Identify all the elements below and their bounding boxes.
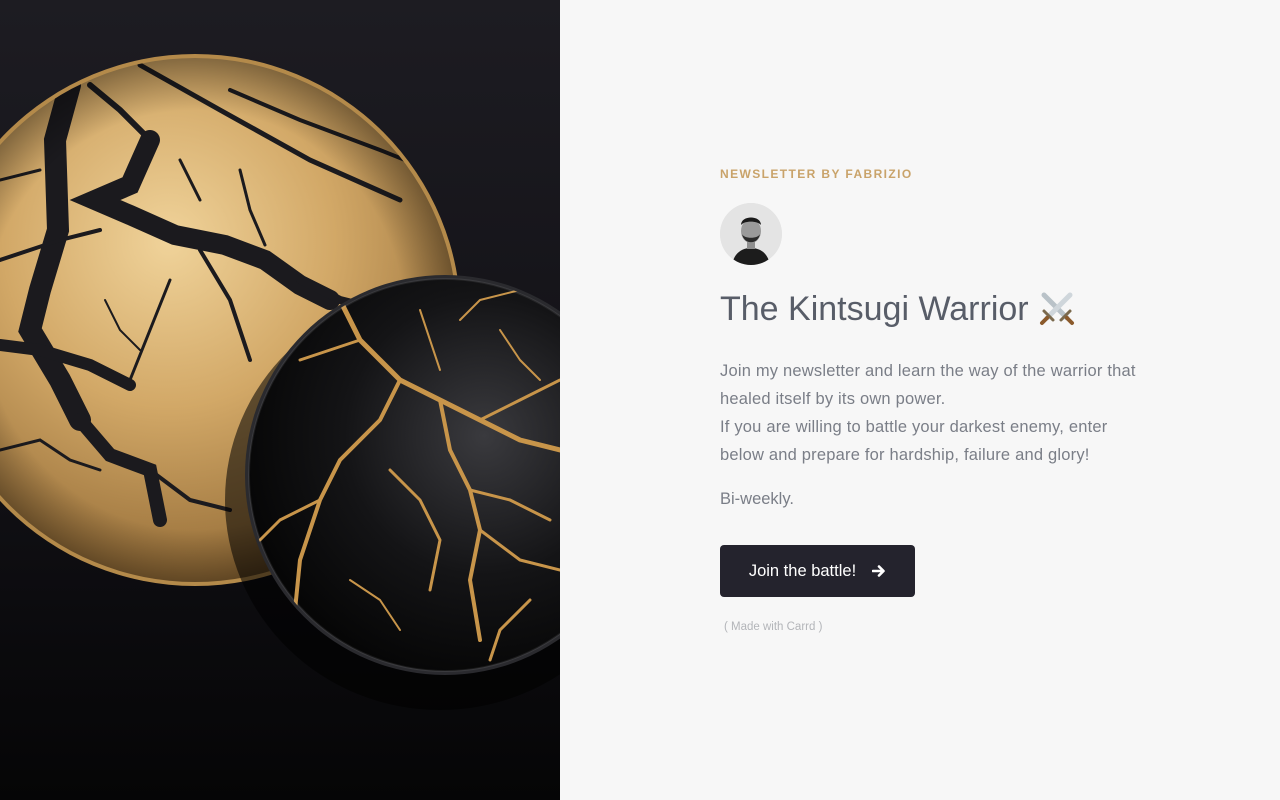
cadence-text: Bi-weekly.	[720, 490, 794, 508]
eyebrow-label: NEWSLETTER BY FABRIZIO	[720, 167, 913, 181]
description-paragraph: Join my newsletter and learn the way of …	[720, 362, 1136, 408]
join-button-label: Join the battle!	[748, 561, 857, 580]
avatar	[720, 203, 782, 265]
newsletter-description: Join my newsletter and learn the way of …	[720, 357, 1140, 469]
title-text: The Kintsugi Warrior	[720, 290, 1029, 328]
made-with-carrd-link[interactable]: ( Made with Carrd )	[724, 621, 822, 633]
arrow-right-icon	[871, 564, 886, 578]
crossed-swords-icon	[1037, 289, 1077, 329]
kintsugi-plates-image	[0, 54, 560, 710]
join-button[interactable]: Join the battle!	[720, 545, 915, 597]
content-panel: NEWSLETTER BY FABRIZIO The Kintsugi Warr…	[560, 0, 1280, 800]
page-title: The Kintsugi Warrior	[720, 285, 1140, 333]
newsletter-card: NEWSLETTER BY FABRIZIO The Kintsugi Warr…	[720, 166, 1140, 635]
page: NEWSLETTER BY FABRIZIO The Kintsugi Warr…	[0, 0, 1280, 800]
author-portrait-image	[720, 203, 782, 265]
description-paragraph: If you are willing to battle your darkes…	[720, 418, 1108, 464]
hero-image-panel	[0, 0, 560, 800]
